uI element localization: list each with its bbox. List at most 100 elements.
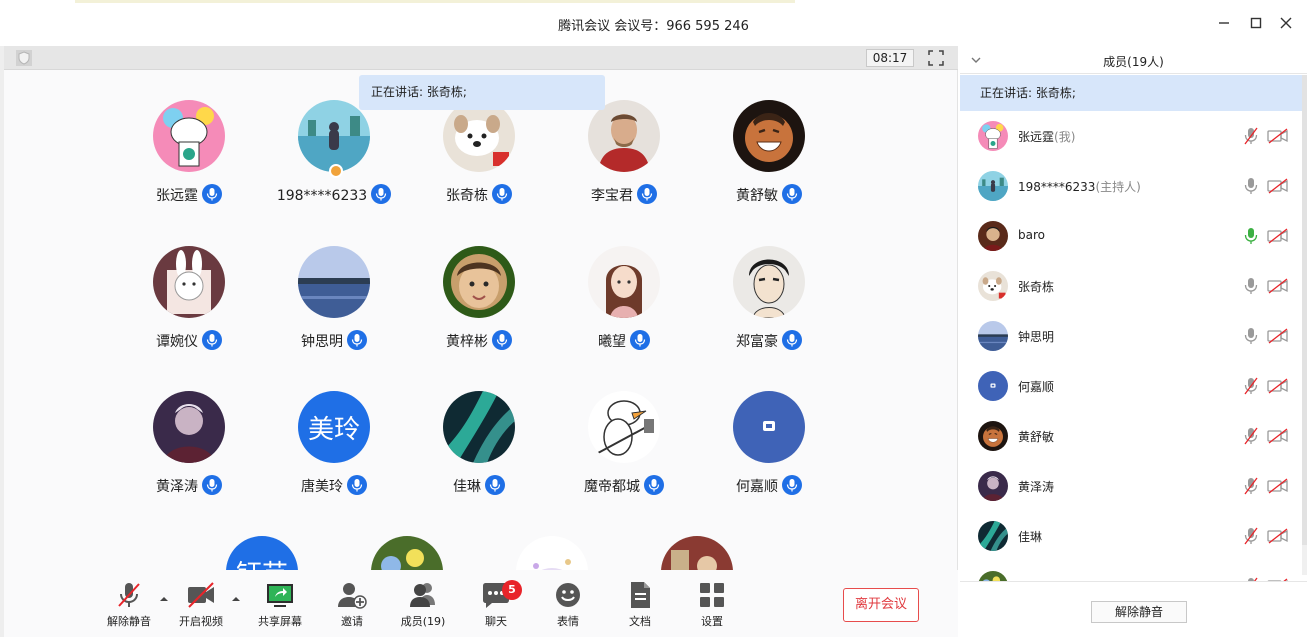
participant-name: 李宝君 bbox=[591, 188, 633, 204]
audio-options-caret-icon[interactable] bbox=[159, 594, 169, 604]
members-label: 成员(19) bbox=[400, 615, 446, 628]
mic-muted-icon[interactable] bbox=[1244, 527, 1258, 545]
camera-off-icon[interactable] bbox=[1267, 428, 1289, 444]
close-icon bbox=[1280, 17, 1292, 29]
mic-muted-icon[interactable] bbox=[1244, 477, 1258, 495]
member-name: 张远霆 bbox=[1018, 130, 1055, 144]
participant-tile[interactable]: 魔帝都城 bbox=[559, 391, 689, 501]
leave-meeting-button[interactable]: 离开会议 bbox=[843, 588, 919, 622]
member-name-row: 何嘉顺 bbox=[1018, 378, 1054, 395]
participant-tile[interactable]: 钟思明 bbox=[269, 246, 399, 356]
member-row[interactable]: 黄舒敏 bbox=[960, 411, 1302, 461]
mic-muted-icon[interactable] bbox=[1244, 377, 1258, 395]
settings-label: 设置 bbox=[701, 615, 723, 628]
member-avatar bbox=[978, 371, 1008, 401]
camera-off-icon[interactable] bbox=[1267, 478, 1289, 494]
mic-muted-icon[interactable] bbox=[1244, 127, 1258, 145]
invite-button[interactable]: 邀请 bbox=[320, 580, 384, 632]
camera-off-icon[interactable] bbox=[1267, 128, 1289, 144]
start-video-button[interactable]: 开启视频 bbox=[169, 580, 233, 632]
mic-icon bbox=[202, 184, 222, 204]
scrollbar-thumb[interactable] bbox=[1302, 75, 1307, 545]
member-row[interactable]: 佳琳 bbox=[960, 511, 1302, 561]
close-button[interactable] bbox=[1277, 14, 1295, 32]
participant-tile[interactable]: 何嘉顺 bbox=[704, 391, 834, 501]
unmute-all-button[interactable]: 解除静音 bbox=[1091, 601, 1187, 623]
camera-off-icon[interactable] bbox=[1267, 328, 1289, 344]
documents-button[interactable]: 文档 bbox=[608, 580, 672, 632]
member-list: 张远霆(我) 198****6233(主持人) baro 张奇栋 钟思明何嘉顺黄舒敏黄泽… bbox=[960, 111, 1302, 581]
participant-tile[interactable]: 谭婉仪 bbox=[124, 246, 254, 356]
participant-tile[interactable]: 曦望 bbox=[559, 246, 689, 356]
member-name: 佳琳 bbox=[1018, 530, 1043, 544]
members-button[interactable]: 成员(19) bbox=[391, 580, 455, 632]
members-panel: 成员(19人) 正在讲话: 张奇栋; 张远霆(我) 198****6233(主持人… bbox=[960, 46, 1307, 637]
member-name: 黄舒敏 bbox=[1018, 430, 1055, 444]
participant-name: 郑富豪 bbox=[736, 334, 778, 350]
participant-name: 唐美玲 bbox=[301, 479, 343, 495]
member-row[interactable] bbox=[960, 561, 1302, 581]
mic-muted-icon[interactable] bbox=[1244, 427, 1258, 445]
member-name-row: baro bbox=[1018, 228, 1045, 242]
participant-tile[interactable]: 张远霆 bbox=[124, 100, 254, 210]
participant-tile[interactable]: 李宝君 bbox=[559, 100, 689, 210]
documents-label: 文档 bbox=[629, 615, 651, 628]
participant-tile[interactable]: 黄泽涛 bbox=[124, 391, 254, 501]
camera-off-icon[interactable] bbox=[1267, 178, 1289, 194]
mic-icon[interactable] bbox=[1244, 277, 1258, 295]
settings-grid-icon bbox=[700, 583, 724, 607]
window-title: 腾讯会议 会议号：966 595 246 bbox=[558, 19, 749, 34]
unmute-button[interactable]: 解除静音 bbox=[97, 580, 161, 632]
member-list-scrollbar[interactable] bbox=[1302, 75, 1307, 575]
maximize-button[interactable] bbox=[1247, 14, 1265, 32]
mic-icon bbox=[630, 330, 650, 350]
participant-tile[interactable]: 198****6233 bbox=[269, 100, 399, 210]
mic-icon[interactable] bbox=[1244, 327, 1258, 345]
participant-name: 谭婉仪 bbox=[156, 334, 198, 350]
member-row[interactable]: 钟思明 bbox=[960, 311, 1302, 361]
member-name-row: 张远霆(我) bbox=[1018, 128, 1075, 145]
participant-name-row: 黄泽涛 bbox=[124, 475, 254, 496]
member-row[interactable]: 198****6233(主持人) bbox=[960, 161, 1302, 211]
member-row[interactable]: 张远霆(我) bbox=[960, 111, 1302, 161]
video-options-caret-icon[interactable] bbox=[231, 594, 241, 604]
member-row[interactable]: 黄泽涛 bbox=[960, 461, 1302, 511]
participant-tile[interactable]: 张奇栋 bbox=[414, 100, 544, 210]
member-row[interactable]: 张奇栋 bbox=[960, 261, 1302, 311]
participant-name-row: 198****6233 bbox=[269, 184, 399, 204]
camera-off-icon[interactable] bbox=[1267, 378, 1289, 394]
participant-tile[interactable]: 黄梓彬 bbox=[414, 246, 544, 356]
shield-icon[interactable] bbox=[16, 50, 32, 66]
participant-tile[interactable] bbox=[487, 536, 617, 570]
member-row[interactable]: 何嘉顺 bbox=[960, 361, 1302, 411]
participant-tile[interactable]: 美玲 唐美玲 bbox=[269, 391, 399, 501]
participant-tile[interactable]: 钰芸 bbox=[197, 536, 327, 570]
participant-tile[interactable] bbox=[632, 536, 762, 570]
mic-icon[interactable] bbox=[1244, 227, 1258, 245]
minimize-button[interactable] bbox=[1215, 14, 1233, 32]
avatar bbox=[661, 536, 733, 570]
mic-icon bbox=[492, 184, 512, 204]
settings-button[interactable]: 设置 bbox=[680, 580, 744, 632]
member-avatar bbox=[978, 521, 1008, 551]
mic-icon bbox=[782, 330, 802, 350]
camera-off-icon[interactable] bbox=[1267, 278, 1289, 294]
minimize-icon bbox=[1219, 22, 1229, 24]
avatar bbox=[371, 536, 443, 570]
camera-off-icon[interactable] bbox=[1267, 528, 1289, 544]
fullscreen-icon[interactable] bbox=[928, 50, 944, 66]
share-screen-button[interactable]: 共享屏幕 bbox=[248, 580, 312, 632]
member-row[interactable]: baro bbox=[960, 211, 1302, 261]
avatar bbox=[443, 391, 515, 463]
participant-tile[interactable]: 黄舒敏 bbox=[704, 100, 834, 210]
emoji-button[interactable]: 表情 bbox=[536, 580, 600, 632]
participant-tile[interactable]: 郑富豪 bbox=[704, 246, 834, 356]
meeting-toolbar: 解除静音 开启视频 共享屏幕 邀请 成员(19) 5 聊天 表情 文档 设置 离… bbox=[4, 570, 958, 637]
participant-name: 魔帝都城 bbox=[584, 479, 640, 495]
participant-tile[interactable] bbox=[342, 536, 472, 570]
participant-tile[interactable]: 佳琳 bbox=[414, 391, 544, 501]
title-bar-highlight bbox=[75, 0, 795, 3]
camera-off-icon[interactable] bbox=[1267, 228, 1289, 244]
mic-icon[interactable] bbox=[1244, 177, 1258, 195]
chat-button[interactable]: 5 聊天 bbox=[464, 580, 528, 632]
